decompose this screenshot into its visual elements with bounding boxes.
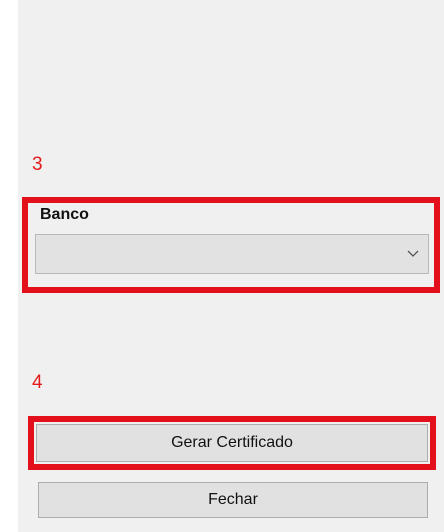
bank-label: Banco [40,206,89,223]
generate-certificate-button[interactable]: Gerar Certificado [36,424,428,462]
step-number-3: 3 [32,154,43,175]
step-number-4: 4 [32,372,43,393]
chevron-down-icon [407,250,419,257]
bank-select[interactable] [35,234,429,274]
close-button[interactable]: Fechar [38,482,428,518]
